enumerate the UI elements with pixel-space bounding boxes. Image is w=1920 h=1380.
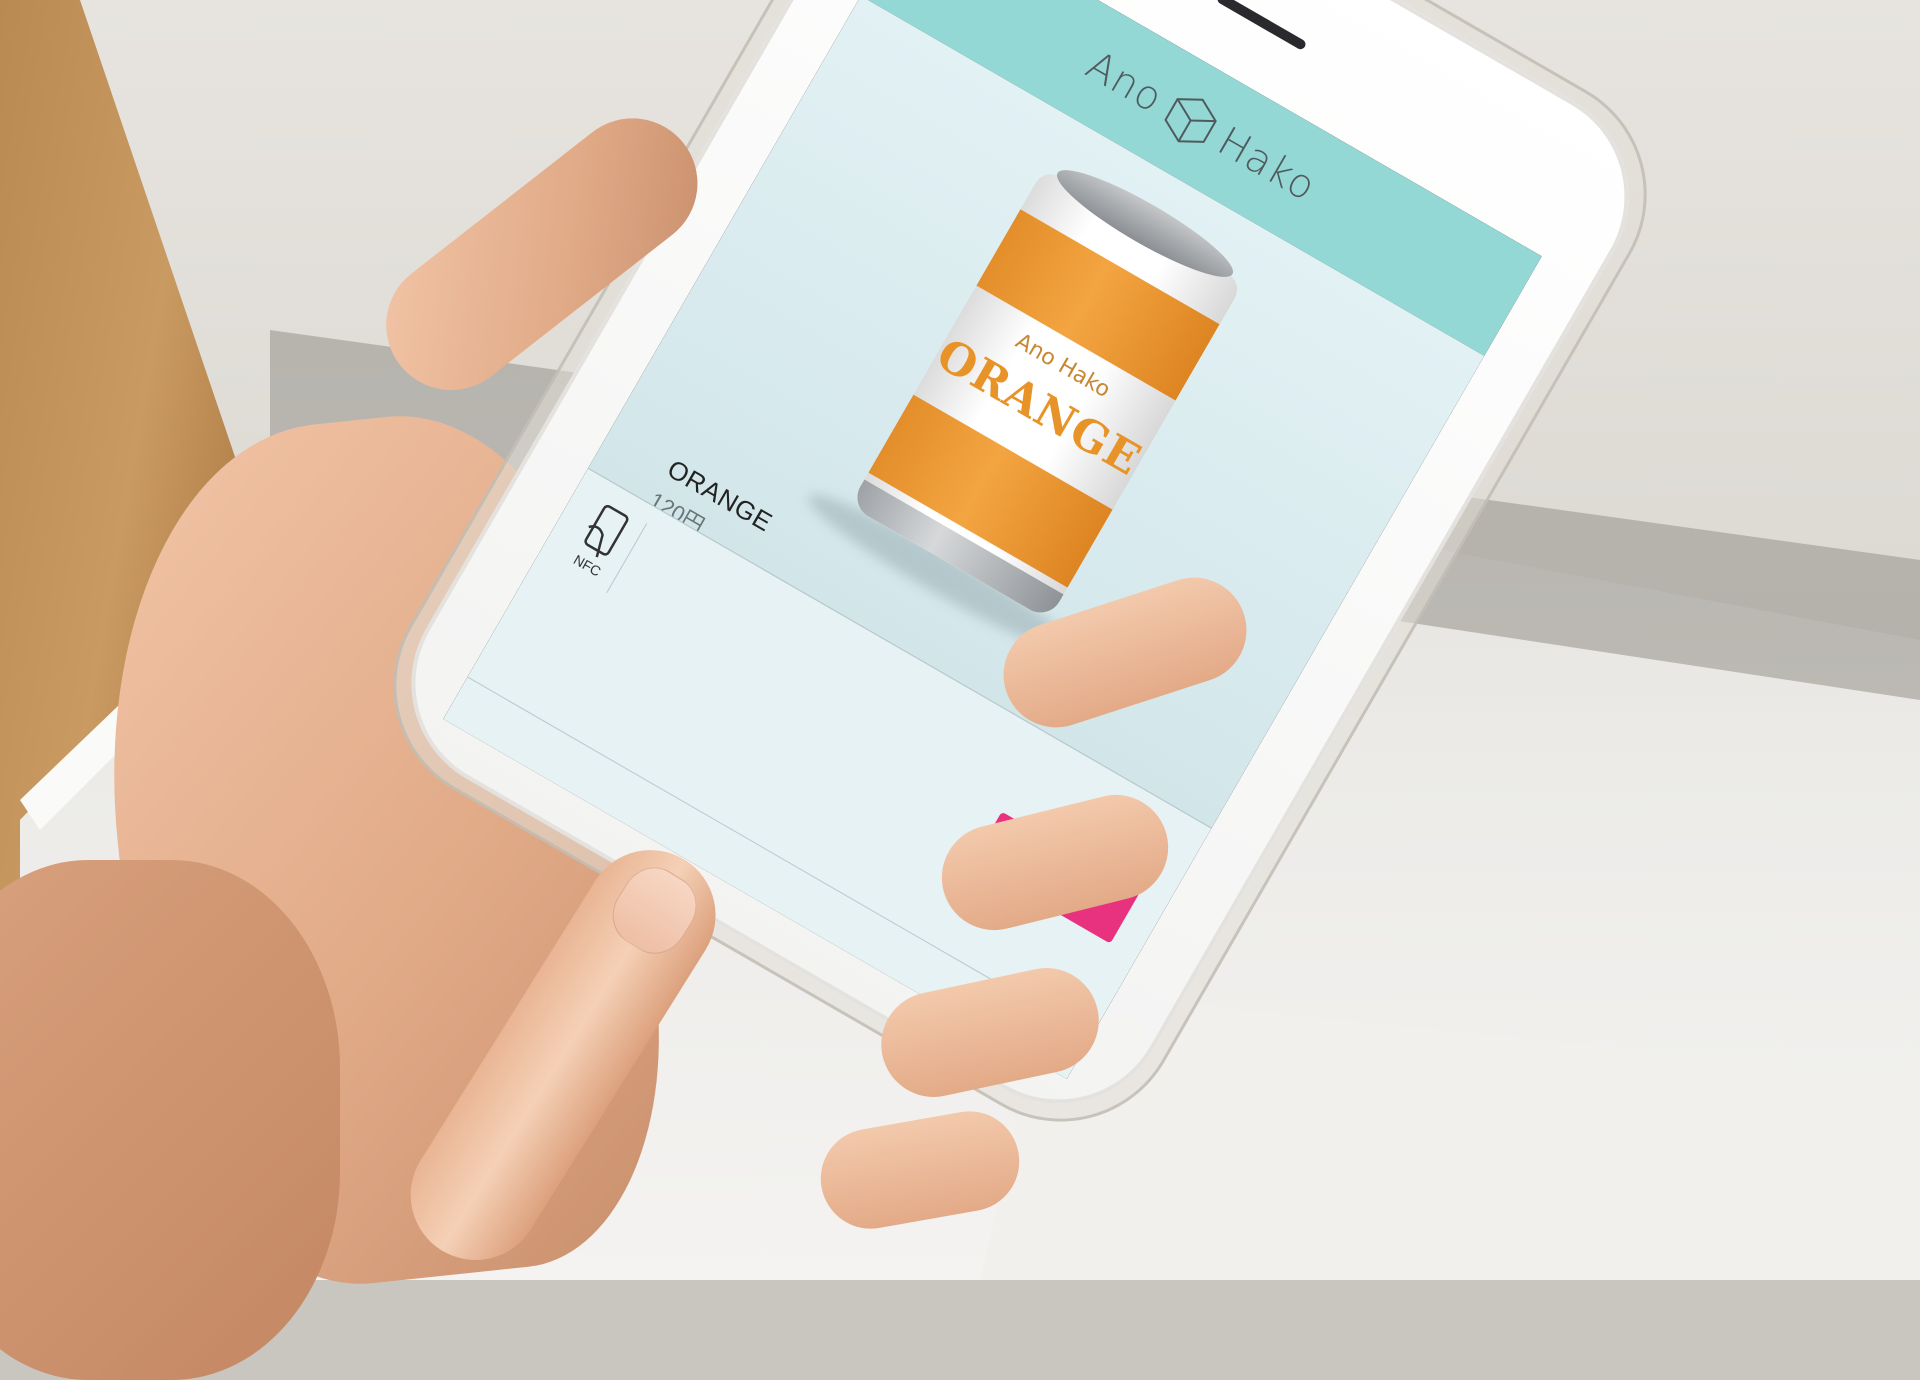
logo-text-ano: Ano [1078, 41, 1171, 122]
logo-text-hako: Hako [1210, 117, 1325, 211]
earpiece-speaker [1215, 0, 1308, 52]
nfc-button[interactable]: NFC [554, 493, 648, 594]
forearm [0, 860, 340, 1380]
fingernail [600, 855, 709, 966]
